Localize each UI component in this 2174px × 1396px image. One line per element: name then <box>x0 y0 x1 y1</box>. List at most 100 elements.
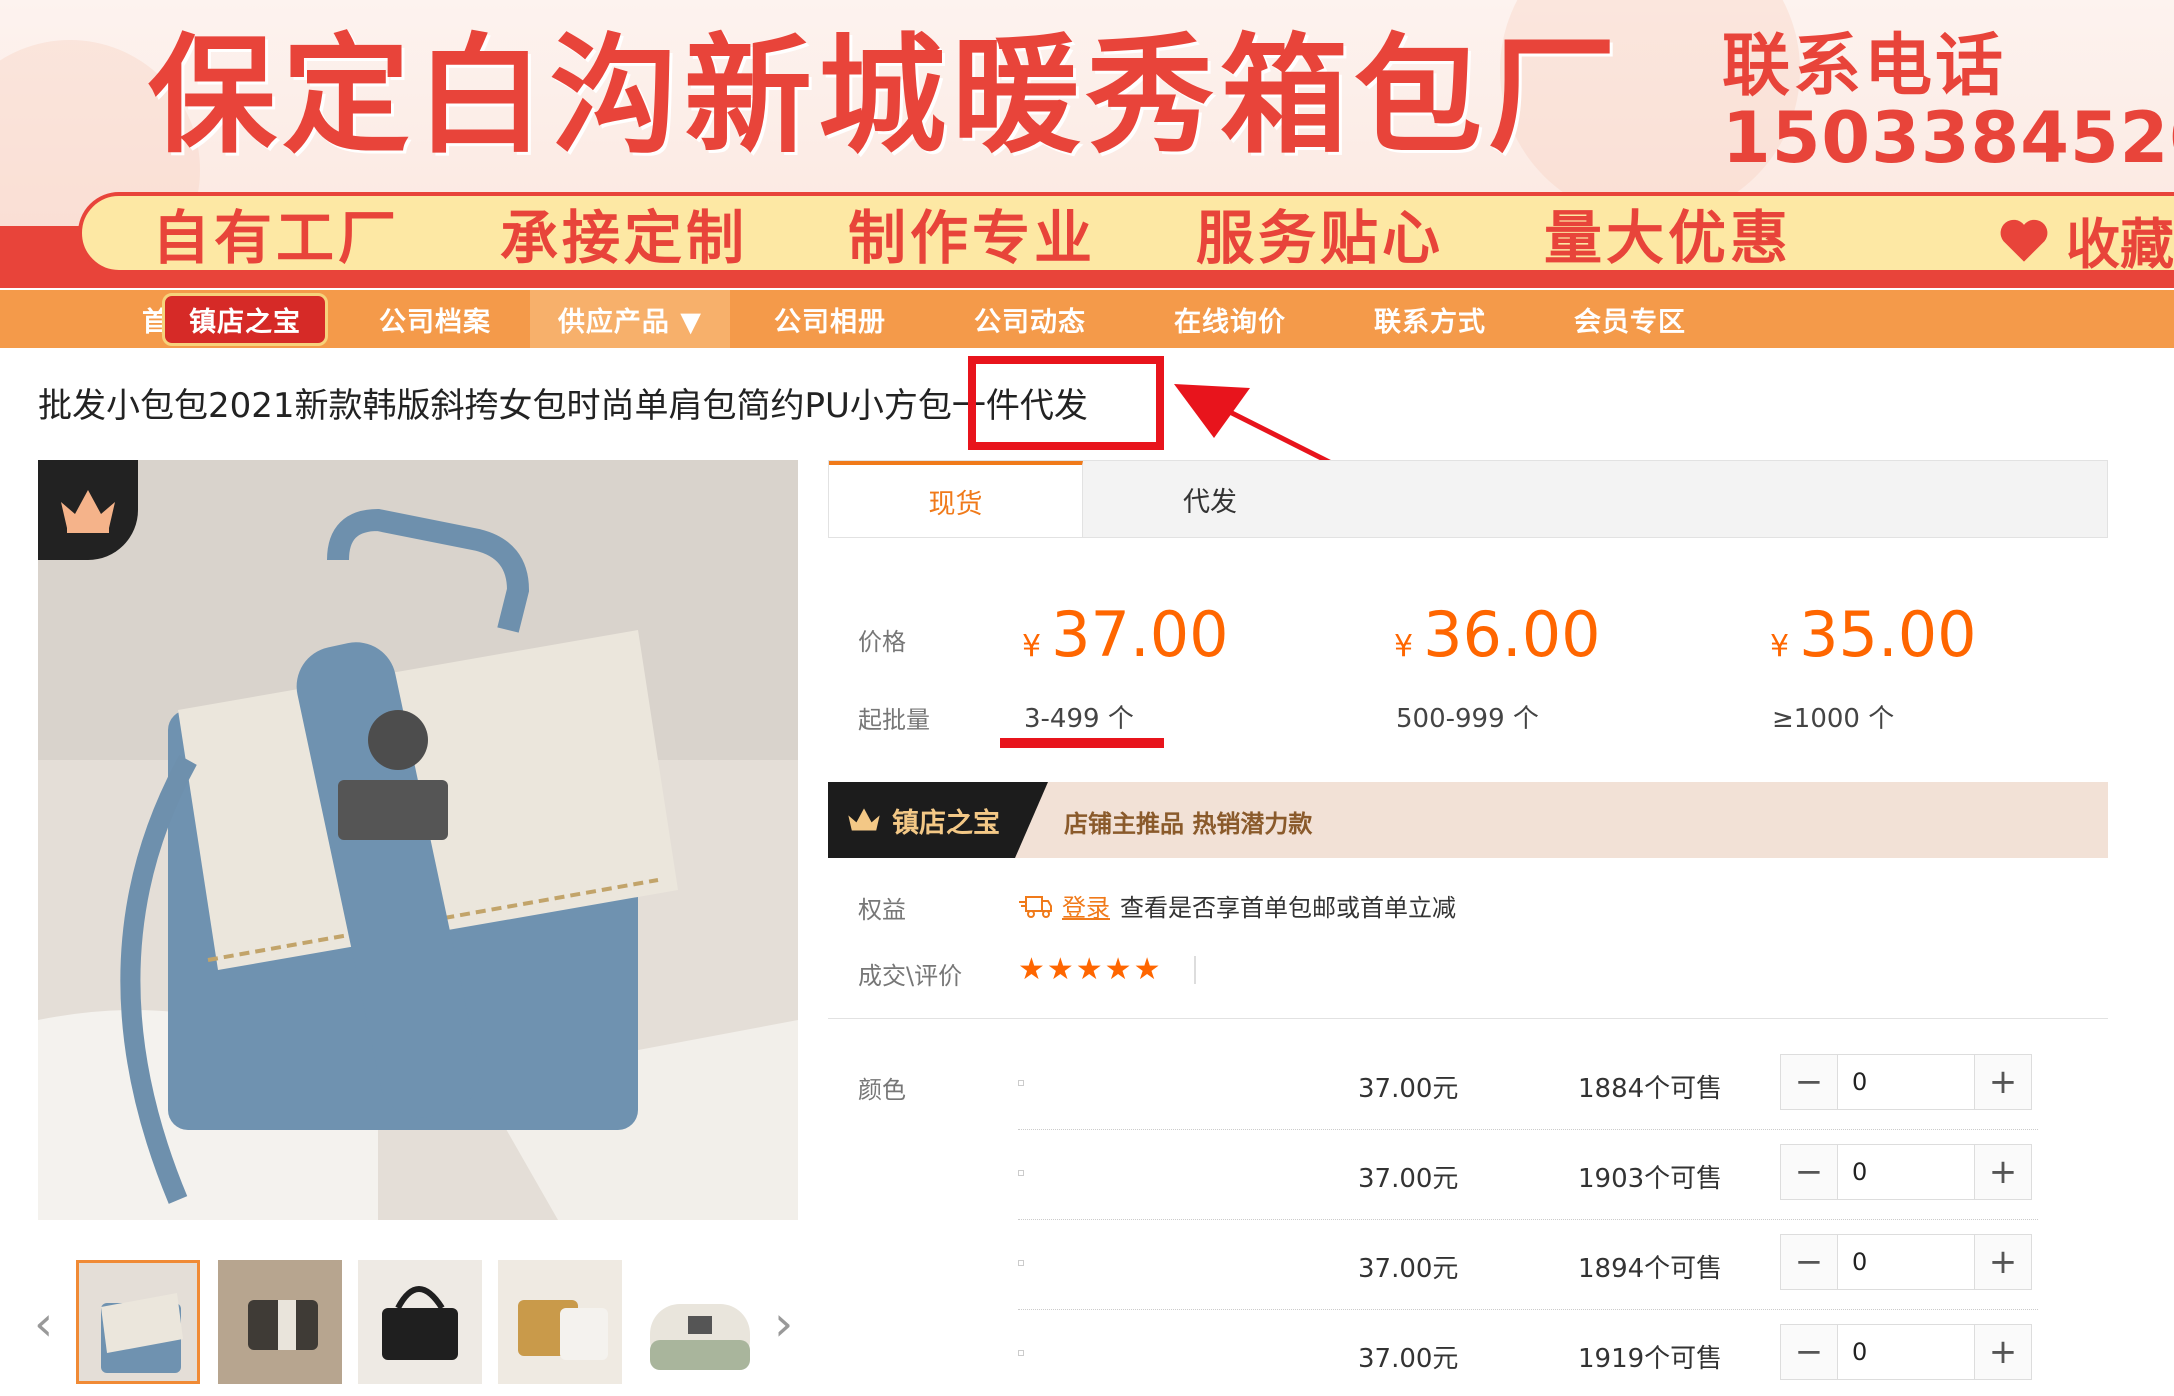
nav-label: 镇店之宝 <box>162 292 328 346</box>
sku-swatch[interactable] <box>1018 1080 1024 1086</box>
slogan-bar: 自有工厂 承接定制 制作专业 服务贴心 量大优惠 <box>78 192 2174 274</box>
product-title-main: 批发小包包2021新款韩版斜挎女包时尚单肩包简约PU小方包 <box>38 386 952 426</box>
contact-label: 联系电话 <box>1722 27 2007 106</box>
stock-tabs: 现货 代发 <box>828 460 2108 538</box>
quantity-input[interactable]: 0 <box>1837 1145 1975 1199</box>
company-name: 保定白沟新城暖秀箱包厂 <box>148 22 1623 171</box>
decrement-button[interactable]: − <box>1781 1235 1837 1289</box>
sku-stock: 1903个可售 <box>1578 1164 1723 1194</box>
handbag-image <box>38 460 798 1220</box>
thumbnail-prev-arrow[interactable]: ‹ <box>34 1296 53 1352</box>
nav-label: 会员专区 <box>1574 306 1686 338</box>
quantity-input[interactable]: 0 <box>1837 1325 1975 1379</box>
thumbnail-image <box>218 1260 342 1384</box>
price-value: 36.00 <box>1423 598 1601 671</box>
crown-icon <box>848 808 880 831</box>
quantity-stepper: − 0 + <box>1780 1144 2032 1200</box>
benefits-label: 权益 <box>858 896 906 924</box>
moq-label: 起批量 <box>858 706 930 734</box>
nav-item-profile[interactable]: 公司档案 <box>340 290 530 348</box>
sku-stock: 1884个可售 <box>1578 1074 1723 1104</box>
nav-item-inquiry[interactable]: 在线询价 <box>1130 290 1330 348</box>
decrement-button[interactable]: − <box>1781 1325 1837 1379</box>
crown-icon <box>61 490 115 533</box>
currency-symbol: ¥ <box>1394 629 1414 664</box>
quantity-input[interactable]: 0 <box>1837 1235 1975 1289</box>
rating-stars: ★★★★★ <box>1018 952 1163 987</box>
quantity-stepper: − 0 + <box>1780 1054 2032 1110</box>
treasure-badge: 镇店之宝 <box>828 782 1048 858</box>
treasure-strip: 镇店之宝 店铺主推品 热销潜力款 <box>828 782 2108 858</box>
increment-button[interactable]: + <box>1975 1145 2031 1199</box>
nav-item-products[interactable]: 供应产品 ▼ <box>530 290 730 348</box>
slogan: 服务贴心 <box>1196 204 1445 272</box>
decrement-button[interactable]: − <box>1781 1055 1837 1109</box>
thumbnail-image <box>358 1260 482 1384</box>
thumbnail-3[interactable] <box>358 1260 482 1384</box>
nav-item-members[interactable]: 会员专区 <box>1530 290 1730 348</box>
crown-badge <box>38 460 138 560</box>
thumbnail-strip: ‹ › <box>34 1260 798 1384</box>
thumbnail-next-arrow[interactable]: › <box>774 1296 793 1352</box>
thumbnail-5[interactable] <box>638 1260 762 1384</box>
treasure-badge-label: 镇店之宝 <box>892 807 1000 839</box>
slogan: 自有工厂 <box>152 204 401 272</box>
price-value: 37.00 <box>1051 598 1229 671</box>
price-value: 35.00 <box>1799 598 1977 671</box>
shop-banner: 保定白沟新城暖秀箱包厂 联系电话 15033845209 自有工厂 承接定制 制… <box>0 0 2174 288</box>
tier-price-2: ¥36.00 <box>1394 600 1601 682</box>
sku-price: 37.00元 <box>1358 1074 1459 1104</box>
currency-symbol: ¥ <box>1770 629 1790 664</box>
favorite-button[interactable]: 收藏 <box>1998 200 2174 279</box>
login-link[interactable]: 登录 <box>1062 888 1110 923</box>
nav-label: 公司档案 <box>379 306 491 338</box>
decrement-button[interactable]: − <box>1781 1145 1837 1199</box>
treasure-description: 店铺主推品 热销潜力款 <box>1064 810 1313 838</box>
sku-swatch[interactable] <box>1018 1260 1024 1266</box>
nav-label: 供应产品 ▼ <box>557 306 703 338</box>
sku-swatch[interactable] <box>1018 1350 1024 1356</box>
sku-stock: 1894个可售 <box>1578 1254 1723 1284</box>
currency-symbol: ¥ <box>1022 629 1042 664</box>
nav-item-treasure[interactable]: 镇店之宝 <box>150 290 340 348</box>
benefits-text: 查看是否享首单包邮或首单立减 <box>1120 894 1456 922</box>
slogan: 承接定制 <box>500 204 749 272</box>
thumbnail-2[interactable] <box>218 1260 342 1384</box>
thumbnail-image <box>79 1263 197 1381</box>
sku-row: 37.00元 1903个可售 − 0 + <box>1018 1130 2038 1220</box>
sku-row: 37.00元 1884个可售 − 0 + <box>1018 1040 2038 1130</box>
nav-label: 联系方式 <box>1374 306 1486 338</box>
tab-in-stock[interactable]: 现货 <box>829 461 1083 537</box>
annotation-box <box>968 356 1164 450</box>
tab-dropship[interactable]: 代发 <box>1083 461 1337 537</box>
nav-label: 在线询价 <box>1174 306 1286 338</box>
delivery-truck-icon <box>1019 895 1052 918</box>
nav-item-contact[interactable]: 联系方式 <box>1330 290 1530 348</box>
slogan: 量大优惠 <box>1544 204 1793 272</box>
sku-swatch[interactable] <box>1018 1170 1024 1176</box>
thumbnail-4[interactable] <box>498 1260 622 1384</box>
nav-label: 公司动态 <box>974 306 1086 338</box>
rating-label: 成交\评价 <box>858 962 963 990</box>
increment-button[interactable]: + <box>1975 1235 2031 1289</box>
thumbnail-1[interactable] <box>76 1260 200 1384</box>
tier-range-3: ≥1000 个 <box>1772 704 1895 734</box>
increment-button[interactable]: + <box>1975 1325 2031 1379</box>
nav-item-news[interactable]: 公司动态 <box>930 290 1130 348</box>
contact-phone: 15033845209 <box>1722 97 2174 179</box>
quantity-stepper: − 0 + <box>1780 1324 2032 1380</box>
nav-item-album[interactable]: 公司相册 <box>730 290 930 348</box>
sku-row: 37.00元 1894个可售 − 0 + <box>1018 1220 2038 1310</box>
favorite-label: 收藏 <box>2066 213 2174 276</box>
tier-range-1: 3-499 个 <box>1024 704 1134 734</box>
sku-row: 37.00元 1919个可售 − 0 + <box>1018 1310 2038 1396</box>
sku-price: 37.00元 <box>1358 1164 1459 1194</box>
benefits-row: 登录 查看是否享首单包邮或首单立减 <box>1018 888 1456 923</box>
section-divider <box>828 1018 2108 1019</box>
rating-separator <box>1194 956 1196 984</box>
product-main-image[interactable] <box>38 460 798 1220</box>
quantity-input[interactable]: 0 <box>1837 1055 1975 1109</box>
tier-range-2: 500-999 个 <box>1396 704 1539 734</box>
increment-button[interactable]: + <box>1975 1055 2031 1109</box>
quantity-stepper: − 0 + <box>1780 1234 2032 1290</box>
